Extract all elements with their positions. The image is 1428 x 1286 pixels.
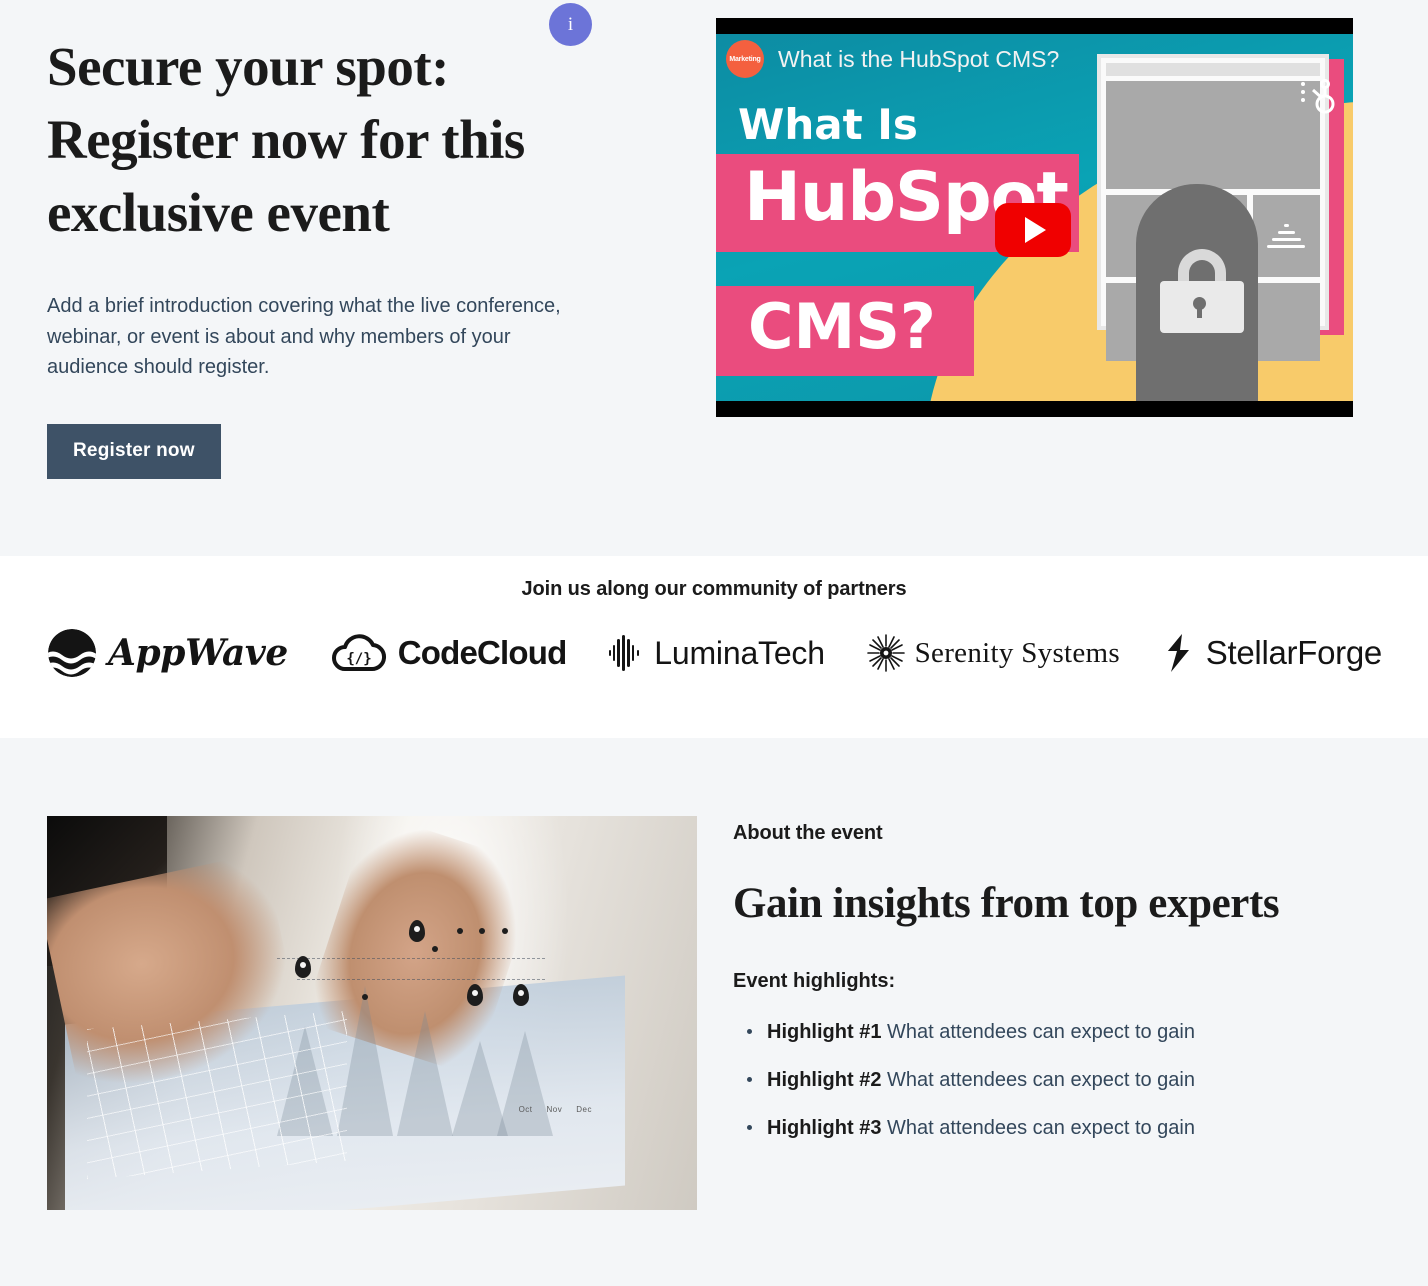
hero-subtitle: Add a brief introduction covering what t… [47, 295, 561, 379]
image-map-pin-icon [513, 984, 529, 1006]
padlock-icon [1156, 249, 1248, 333]
info-icon[interactable]: i [549, 3, 592, 46]
svg-text:{/}: {/} [346, 651, 371, 667]
image-chart-cone [397, 1011, 453, 1136]
highlight-label: Highlight #2 [767, 1069, 882, 1091]
cloud-code-icon: {/} [331, 634, 386, 672]
image-data-dot [502, 928, 508, 934]
image-chart-cone [497, 1031, 553, 1136]
video-embed[interactable]: Marketing What is the HubSpot CMS? What … [716, 18, 1353, 417]
partner-logo-label: StellarForge [1205, 634, 1382, 671]
play-triangle [1025, 217, 1046, 243]
image-map-pin-icon [467, 984, 483, 1006]
about-section: Oct Nov Dec About the event Gain insight… [0, 738, 1428, 1286]
play-icon[interactable] [995, 203, 1071, 257]
video-overlay-line1: What Is [738, 100, 918, 149]
image-axis-tick: Dec [576, 1105, 592, 1114]
about-heading: Gain insights from top experts [733, 880, 1280, 927]
event-highlights-list: Highlight #1 What attendees can expect t… [733, 1019, 1380, 1141]
starburst-icon [866, 634, 905, 672]
wave-circle-icon [48, 629, 96, 677]
highlight-text: What attendees can expect to gain [881, 1069, 1195, 1091]
image-grid-overlay [87, 1010, 347, 1180]
partner-logo-codecloud[interactable]: {/} CodeCloud [330, 631, 567, 675]
highlight-text: What attendees can expect to gain [881, 1021, 1195, 1043]
highlight-label: Highlight #3 [767, 1117, 882, 1139]
hubspot-sprocket-icon [1301, 79, 1335, 114]
image-data-dot [479, 928, 485, 934]
highlight-label: Highlight #1 [767, 1021, 882, 1043]
hero-text-column: Secure your spot: Register now for this … [0, 0, 714, 479]
waveform-icon [609, 635, 640, 671]
image-data-dot [457, 928, 463, 934]
partner-logo-serenity-systems[interactable]: Serenity Systems [866, 634, 1121, 672]
partners-section: Join us along our community of partners … [0, 556, 1428, 738]
image-axis-tick: Oct [518, 1105, 533, 1114]
hubspot-marketing-badge-icon: Marketing [726, 40, 764, 78]
padlock-keyhole [1193, 297, 1206, 318]
partner-logo-label: LuminaTech [654, 634, 825, 671]
list-item: Highlight #3 What attendees can expect t… [733, 1115, 1380, 1141]
video-title-bar: Marketing What is the HubSpot CMS? [716, 34, 1353, 84]
about-eyebrow: About the event [733, 822, 883, 844]
video-thumbnail: Marketing What is the HubSpot CMS? What … [716, 34, 1353, 401]
partner-logo-label: Serenity Systems [914, 636, 1121, 669]
video-title: What is the HubSpot CMS? [778, 45, 1060, 72]
image-axis-tick: Nov [546, 1105, 563, 1114]
highlight-text: What attendees can expect to gain [881, 1117, 1195, 1139]
event-highlights-label: Event highlights: [733, 970, 896, 992]
partner-logo-appwave[interactable]: AppWave [46, 627, 288, 679]
list-item: Highlight #1 What attendees can expect t… [733, 1019, 1380, 1045]
image-map-pin-icon [409, 920, 425, 942]
image-dashed-line [277, 958, 545, 959]
image-data-dot [362, 994, 368, 1000]
page-title: Secure your spot: Register now for this … [47, 36, 525, 244]
image-chart-axis-labels: Oct Nov Dec [519, 1105, 592, 1114]
channel-badge-label: Marketing [729, 55, 761, 63]
list-item: Highlight #2 What attendees can expect t… [733, 1067, 1380, 1093]
window-cell [1252, 195, 1320, 277]
image-data-dot [432, 946, 438, 952]
window-dots-icon [1253, 195, 1320, 277]
partner-logo-stellarforge[interactable]: StellarForge [1162, 632, 1382, 674]
video-overlay-line3: CMS? [748, 290, 936, 363]
hero-section: i Secure your spot: Register now for thi… [0, 0, 1428, 556]
image-dashed-line [297, 979, 545, 980]
partner-logo-row: AppWave {/} CodeCloud LuminaTech Serenit… [0, 627, 1428, 679]
lightning-bolt-icon [1167, 634, 1189, 672]
about-event-image: Oct Nov Dec [47, 816, 697, 1210]
register-now-button[interactable]: Register now [47, 423, 221, 479]
partners-title: Join us along our community of partners [521, 578, 907, 600]
partner-logo-luminatech[interactable]: LuminaTech [608, 633, 825, 673]
about-text-column: About the event Gain insights from top e… [733, 816, 1380, 1286]
partner-logo-label: CodeCloud [397, 634, 568, 671]
info-badge-label: i [567, 13, 574, 35]
partner-logo-label: AppWave [108, 632, 288, 674]
image-map-pin-icon [295, 956, 311, 978]
window-hero-block [1106, 81, 1320, 189]
